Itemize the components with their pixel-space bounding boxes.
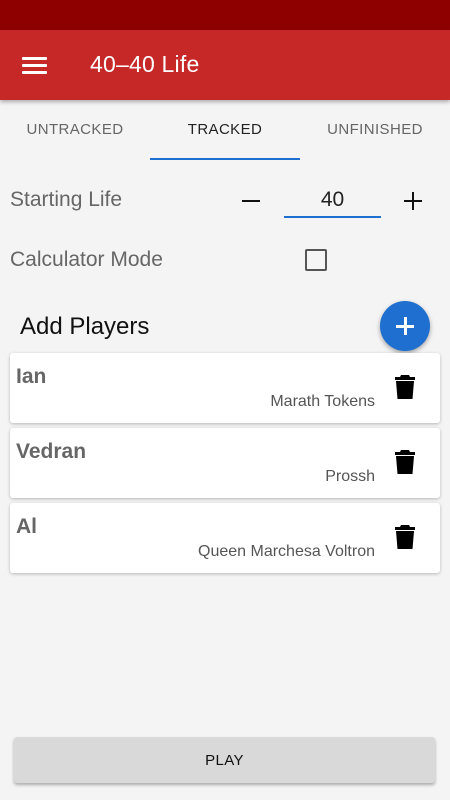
app-title: 40–40 Life (90, 51, 200, 77)
starting-life-label: Starting Life (10, 188, 123, 211)
play-button[interactable]: PLAY (14, 737, 435, 783)
decrease-life-button[interactable] (240, 186, 264, 216)
starting-life-input[interactable] (284, 184, 381, 218)
increase-life-button[interactable] (401, 186, 425, 216)
add-player-button[interactable] (380, 301, 430, 351)
tab-tracked[interactable]: TRACKED (150, 100, 300, 160)
player-deck: Queen Marchesa Voltron (198, 543, 375, 560)
delete-icon[interactable] (395, 375, 415, 399)
player-name: Vedran (16, 440, 87, 463)
add-players-title: Add Players (20, 313, 150, 340)
player-deck: Prossh (325, 468, 375, 485)
player-card[interactable]: Ian Marath Tokens (10, 353, 440, 423)
player-deck: Marath Tokens (270, 393, 375, 410)
tab-unfinished[interactable]: UNFINISHED (300, 100, 450, 160)
player-card[interactable]: Al Queen Marchesa Voltron (10, 503, 440, 573)
tab-bar: UNTRACKED TRACKED UNFINISHED (0, 100, 450, 160)
tab-untracked[interactable]: UNTRACKED (0, 100, 150, 160)
calculator-mode-label: Calculator Mode (10, 248, 163, 271)
player-name: Ian (16, 365, 47, 388)
delete-icon[interactable] (395, 525, 415, 549)
player-card[interactable]: Vedran Prossh (10, 428, 440, 498)
status-bar (0, 0, 450, 30)
hamburger-menu-icon[interactable] (22, 55, 48, 75)
delete-icon[interactable] (395, 450, 415, 474)
calculator-mode-checkbox[interactable] (305, 249, 327, 271)
app-bar: 40–40 Life (0, 30, 450, 100)
player-name: Al (16, 515, 37, 538)
